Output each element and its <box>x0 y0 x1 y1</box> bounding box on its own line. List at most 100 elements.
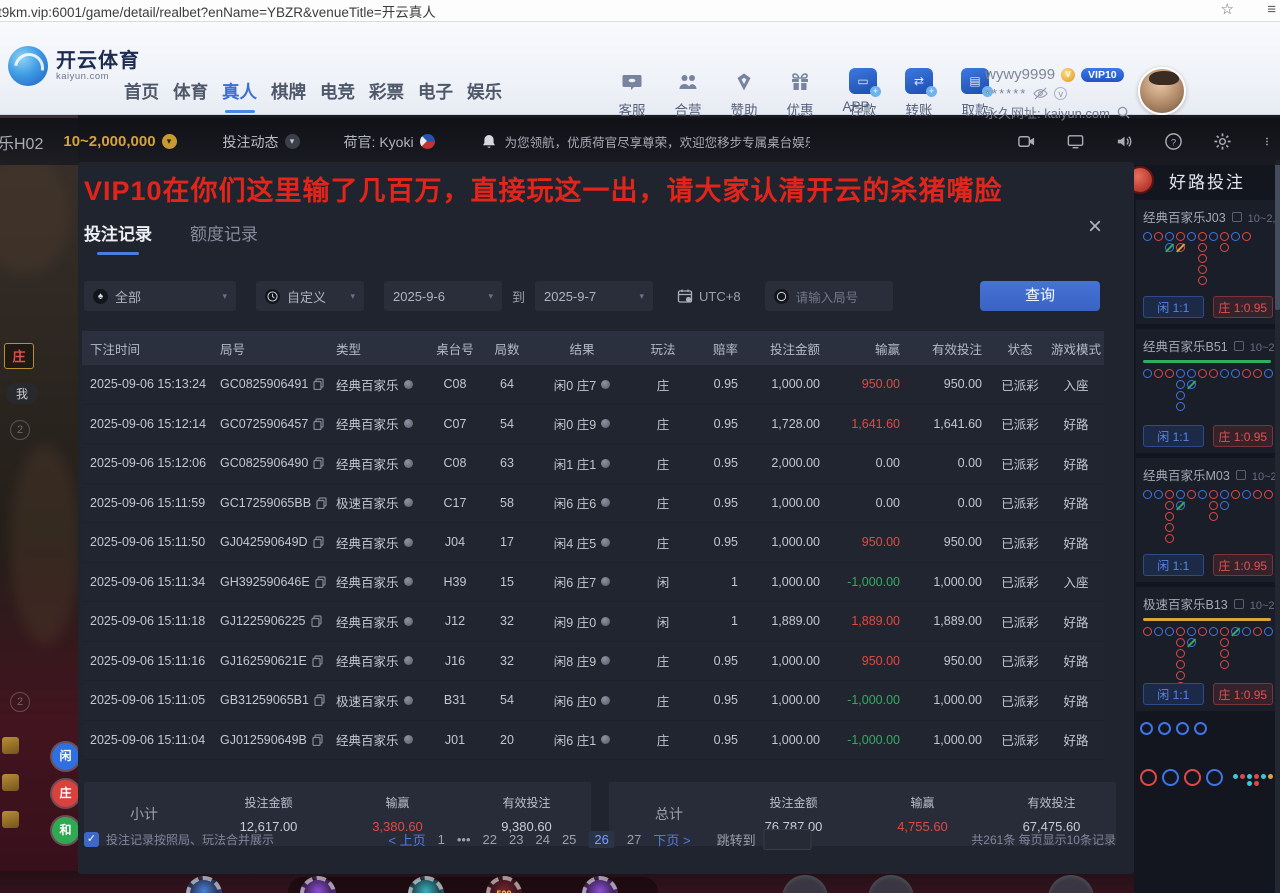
nav-item-娱乐[interactable]: 娱乐 <box>467 79 502 113</box>
page-27[interactable]: 27 <box>627 832 641 847</box>
road-column <box>1264 627 1273 636</box>
copy-icon[interactable] <box>312 734 323 746</box>
browser-address-bar[interactable]: t9km.vip:6001/game/detail/realbet?enName… <box>0 0 1280 22</box>
quick-action-客服[interactable]: 客服 <box>610 70 654 119</box>
page-26[interactable]: 26 <box>588 831 614 848</box>
next-page-button[interactable]: 下页 > <box>653 830 690 849</box>
copy-icon[interactable] <box>313 536 324 548</box>
bet-chip[interactable] <box>186 876 222 893</box>
player-bet-button[interactable]: 闲 1:1 <box>1143 425 1204 447</box>
info-dot-icon[interactable] <box>404 696 413 705</box>
query-button[interactable]: 查询 <box>980 281 1100 311</box>
info-dot-icon[interactable] <box>601 538 610 547</box>
info-dot-icon[interactable] <box>404 459 413 468</box>
info-dot-icon[interactable] <box>601 419 610 428</box>
side-chip-闲[interactable]: 闲 <box>52 743 78 770</box>
nav-item-电竞[interactable]: 电竞 <box>320 79 355 113</box>
info-dot-icon[interactable] <box>601 735 610 744</box>
help-icon[interactable]: ? <box>1164 132 1183 151</box>
wallet-action-存款[interactable]: ▭存款 <box>842 68 884 119</box>
banker-bet-button[interactable]: 庄 1:0.95 <box>1213 554 1274 576</box>
prev-page-button[interactable]: < 上页 <box>388 830 425 849</box>
quick-action-优惠[interactable]: 优惠 <box>778 70 822 119</box>
rebet-knob[interactable] <box>782 875 828 893</box>
more-options-icon[interactable] <box>1262 132 1272 151</box>
banker-bet-button[interactable]: 庄 1:0.95 <box>1213 296 1274 318</box>
nav-item-真人[interactable]: 真人 <box>222 79 257 113</box>
copy-icon[interactable] <box>313 378 324 390</box>
info-dot-icon[interactable] <box>601 380 610 389</box>
avatar[interactable] <box>1138 67 1186 115</box>
speaker-icon[interactable] <box>1115 132 1134 151</box>
banker-bet-button[interactable]: 庄 1:0.95 <box>1213 425 1274 447</box>
info-dot-icon[interactable] <box>404 538 413 547</box>
info-dot-icon[interactable] <box>404 735 413 744</box>
time-mode-select[interactable]: 自定义 ▾ <box>256 281 364 311</box>
browser-menu-icon[interactable]: ≡ <box>1267 1 1276 18</box>
merge-display-toggle[interactable]: ✓ 投注记录按照局、玩法合并展示 <box>84 831 274 848</box>
search-icon[interactable] <box>1116 105 1131 120</box>
copy-icon[interactable] <box>316 497 327 509</box>
page-1[interactable]: 1 <box>438 832 445 847</box>
info-dot-icon[interactable] <box>601 696 610 705</box>
info-dot-icon[interactable] <box>601 656 610 665</box>
date-from-select[interactable]: 2025-9-6 ▾ <box>384 281 502 311</box>
nav-item-彩票[interactable]: 彩票 <box>369 79 404 113</box>
bet-trend-dropdown[interactable]: 投注动态 ▾ <box>223 132 300 152</box>
info-dot-icon[interactable] <box>404 656 413 665</box>
info-dot-icon[interactable] <box>601 498 610 507</box>
road-column <box>1154 627 1163 636</box>
info-dot-icon[interactable] <box>404 617 413 626</box>
tab-投注记录[interactable]: 投注记录 <box>84 220 152 255</box>
nav-item-电子[interactable]: 电子 <box>418 79 453 113</box>
page-25[interactable]: 25 <box>562 832 576 847</box>
close-icon[interactable]: × <box>1088 215 1102 239</box>
jump-input[interactable] <box>764 829 812 850</box>
site-logo[interactable]: 开云体育 kaiyun.com <box>8 46 140 86</box>
info-dot-icon[interactable] <box>601 577 610 586</box>
fullscreen-icon[interactable] <box>1066 132 1085 151</box>
nav-item-棋牌[interactable]: 棋牌 <box>271 79 306 113</box>
player-bet-button[interactable]: 闲 1:1 <box>1143 683 1204 705</box>
round-number-input[interactable]: 请输入局号 <box>765 281 893 311</box>
page-22[interactable]: 22 <box>483 832 497 847</box>
side-chip-和[interactable]: 和 <box>52 817 78 844</box>
quick-action-赞助[interactable]: 赞助 <box>722 70 766 119</box>
quick-action-合营[interactable]: 合营 <box>666 70 710 119</box>
player-bet-button[interactable]: 闲 1:1 <box>1143 296 1204 318</box>
copy-icon[interactable] <box>311 615 322 627</box>
nav-item-体育[interactable]: 体育 <box>173 79 208 113</box>
page-24[interactable]: 24 <box>535 832 549 847</box>
scrollbar[interactable] <box>1275 160 1280 893</box>
copy-icon[interactable] <box>312 655 323 667</box>
copy-icon[interactable] <box>313 457 324 469</box>
info-dot-icon[interactable] <box>601 617 610 626</box>
col-header-winloss: 输赢 <box>830 339 910 358</box>
copy-icon[interactable] <box>314 694 325 706</box>
checkbox-checked-icon[interactable]: ✓ <box>84 832 99 847</box>
page-23[interactable]: 23 <box>509 832 523 847</box>
date-to-select[interactable]: 2025-9-7 ▾ <box>535 281 653 311</box>
wallet-action-转账[interactable]: ⇄转账 <box>898 68 940 119</box>
eye-off-icon[interactable] <box>1033 86 1048 101</box>
bookmark-star-icon[interactable]: ☆ <box>1221 0 1234 18</box>
copy-icon[interactable] <box>313 418 324 430</box>
limit-dropdown[interactable]: 10~2,000,000 ▾ <box>63 133 176 150</box>
video-quality-icon[interactable] <box>1017 132 1036 151</box>
player-bet-button[interactable]: 闲 1:1 <box>1143 554 1204 576</box>
banker-bet-button[interactable]: 庄 1:0.95 <box>1213 683 1274 705</box>
undo-knob[interactable] <box>868 875 914 893</box>
info-dot-icon[interactable] <box>404 498 413 507</box>
confirm-knob[interactable] <box>1048 875 1094 893</box>
copy-icon[interactable] <box>315 576 326 588</box>
settings-gear-icon[interactable] <box>1213 132 1232 151</box>
info-dot-icon[interactable] <box>601 459 610 468</box>
tab-额度记录[interactable]: 额度记录 <box>190 220 258 255</box>
game-type-select[interactable]: ♠ 全部 ▾ <box>84 281 236 311</box>
info-dot-icon[interactable] <box>404 419 413 428</box>
info-dot-icon[interactable] <box>404 380 413 389</box>
info-dot-icon[interactable] <box>404 577 413 586</box>
side-chip-庄[interactable]: 庄 <box>52 780 78 807</box>
refresh-balance-icon[interactable]: v <box>1054 87 1067 100</box>
nav-item-首页[interactable]: 首页 <box>124 79 159 113</box>
